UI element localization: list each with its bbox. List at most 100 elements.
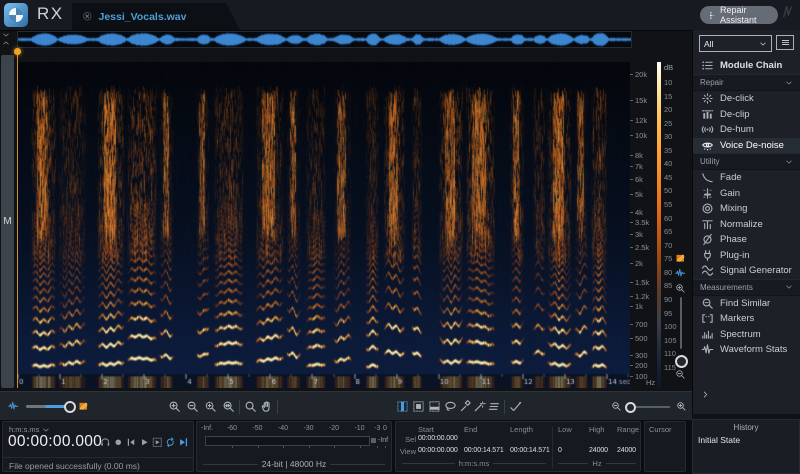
section-header-measurements[interactable]: Measurements xyxy=(693,279,800,296)
freq-range-value[interactable]: 24000 xyxy=(589,447,608,454)
sel-value[interactable]: 00:00:14.571 xyxy=(510,447,550,454)
playhead-time-display[interactable]: 00:00:00.000 xyxy=(8,433,102,451)
module-item-de-hum[interactable]: De-hum xyxy=(693,122,800,138)
module-item-find-similar[interactable]: Find Similar xyxy=(693,296,800,312)
sel-value[interactable]: 00:00:00.000 xyxy=(418,435,458,442)
module-item-label: Signal Generator xyxy=(720,265,792,276)
section-header-utility[interactable]: Utility xyxy=(693,153,800,170)
zoom-out-horizontal-icon[interactable] xyxy=(611,401,622,412)
freq-tick-label: 300 xyxy=(635,351,648,360)
voicedenoise-icon xyxy=(701,139,714,152)
sel-row-label: View xyxy=(398,447,416,456)
waveform-blend-icon[interactable] xyxy=(8,401,19,412)
db-tick-label: 70 xyxy=(664,241,672,250)
time-frequency-selection-tool[interactable] xyxy=(412,400,425,413)
horizontal-zoom-knob[interactable] xyxy=(625,402,636,413)
vertical-zoom-slider[interactable] xyxy=(680,297,682,349)
close-tab-icon[interactable] xyxy=(82,11,93,22)
status-message: File opened successfully (0.00 ms) xyxy=(3,458,193,471)
module-item-phase[interactable]: Phase xyxy=(693,232,800,248)
brush-tool[interactable] xyxy=(459,400,472,413)
module-item-plug-in[interactable]: Plug-in xyxy=(693,248,800,264)
frequency-selection-tool[interactable] xyxy=(428,400,441,413)
module-chain-item[interactable]: Module Chain xyxy=(693,56,800,74)
repair-assistant-label: Repair Assistant xyxy=(720,5,778,25)
monitor-icon[interactable] xyxy=(100,437,111,448)
spectrogram-blend-icon[interactable] xyxy=(78,401,89,412)
play-to-end-button[interactable] xyxy=(178,437,189,448)
fade-icon xyxy=(701,171,714,184)
magic-wand-tool[interactable] xyxy=(473,400,486,413)
freq-range-value[interactable]: 0 xyxy=(558,447,562,454)
freq-range-value[interactable]: 24000 xyxy=(617,447,636,454)
section-header-repair[interactable]: Repair xyxy=(693,74,800,91)
zoom-out-vertical-icon[interactable] xyxy=(675,369,686,380)
db-tick-label: 10 xyxy=(664,78,672,87)
module-item-voice-de-noise[interactable]: Voice De-noise xyxy=(693,138,800,154)
db-tick-label: 75 xyxy=(664,254,672,263)
loop-button[interactable] xyxy=(165,437,176,448)
time-selection-tool[interactable] xyxy=(396,400,409,413)
play-selection-button[interactable] xyxy=(152,437,163,448)
magnify-tool[interactable] xyxy=(244,400,257,413)
playhead-marker[interactable] xyxy=(14,48,21,55)
file-tab[interactable]: Jessi_Vocals.wav xyxy=(72,3,240,30)
module-item-de-clip[interactable]: De-clip xyxy=(693,107,800,123)
repair-assistant-button[interactable]: Repair Assistant xyxy=(700,6,778,24)
overview-waveform[interactable] xyxy=(17,31,632,48)
meter-tick-mark xyxy=(232,446,233,448)
freq-tick-label: 7k xyxy=(635,162,643,171)
channel-label: M xyxy=(3,216,11,227)
zoom-in-vertical-icon[interactable] xyxy=(675,283,686,294)
module-item-de-click[interactable]: De-click xyxy=(693,91,800,107)
file-tab-label: Jessi_Vocals.wav xyxy=(99,11,187,23)
return-to-start-button[interactable] xyxy=(126,437,137,448)
spectrogram-canvas[interactable] xyxy=(17,62,630,388)
sel-col-header: Start xyxy=(418,425,434,434)
chevron-down-icon xyxy=(2,31,10,39)
level-meter-panel[interactable]: -Inf.-60-50-40-30-20-10-30 -Inf 24-bit |… xyxy=(196,421,392,472)
module-filter-dropdown[interactable]: All xyxy=(699,35,772,52)
history-item[interactable]: Initial State xyxy=(693,432,799,445)
module-item-fade[interactable]: Fade xyxy=(693,170,800,186)
draw-curve-tool[interactable] xyxy=(509,400,522,413)
sel-value[interactable]: 00:00:00.000 xyxy=(418,447,458,454)
vertical-zoom-knob[interactable] xyxy=(675,355,688,368)
gain-icon xyxy=(701,187,714,200)
module-item-normalize[interactable]: Normalize xyxy=(693,217,800,233)
meter-scale-label: -10 xyxy=(354,425,364,432)
module-item-label: Find Similar xyxy=(720,298,770,309)
clip-indicator[interactable] xyxy=(371,438,376,443)
db-tick-label: 20 xyxy=(664,105,672,114)
spectrogram-view-icon[interactable] xyxy=(675,253,686,264)
module-item-label: Markers xyxy=(720,313,754,324)
panel-expand-icon[interactable] xyxy=(701,390,710,399)
record-button[interactable] xyxy=(113,437,124,448)
zoom-in-button[interactable] xyxy=(168,400,181,413)
waveform-view-icon[interactable] xyxy=(675,268,686,279)
db-tick-label: 80 xyxy=(664,268,672,277)
history-panel: History Initial State xyxy=(692,419,800,474)
module-menu-button[interactable] xyxy=(776,35,794,50)
zoom-fit-button[interactable] xyxy=(222,400,235,413)
module-item-mixing[interactable]: Mixing xyxy=(693,201,800,217)
zoom-in-horizontal-icon[interactable] xyxy=(676,401,687,412)
sel-value[interactable]: 00:00:14.571 xyxy=(464,447,504,454)
meter-tick-mark xyxy=(360,446,361,448)
module-item-spectrum[interactable]: Spectrum xyxy=(693,327,800,343)
zoom-out-button[interactable] xyxy=(186,400,199,413)
play-button[interactable] xyxy=(139,437,150,448)
db-colorbar[interactable] xyxy=(657,62,661,388)
blend-slider-knob[interactable] xyxy=(64,401,76,413)
instant-process-tool[interactable] xyxy=(487,400,500,413)
module-item-gain[interactable]: Gain xyxy=(693,186,800,202)
module-item-waveform-stats[interactable]: Waveform Stats xyxy=(693,342,800,358)
module-item-signal-generator[interactable]: Signal Generator xyxy=(693,263,800,279)
channel-strip[interactable]: M xyxy=(1,55,14,388)
zoom-selection-button[interactable] xyxy=(204,400,217,413)
hand-tool[interactable] xyxy=(260,400,273,413)
meter-scale-label: 0 xyxy=(383,425,387,432)
lasso-tool[interactable] xyxy=(444,400,457,413)
module-item-markers[interactable]: Markers xyxy=(693,311,800,327)
overview-collapse-control[interactable] xyxy=(2,31,10,47)
